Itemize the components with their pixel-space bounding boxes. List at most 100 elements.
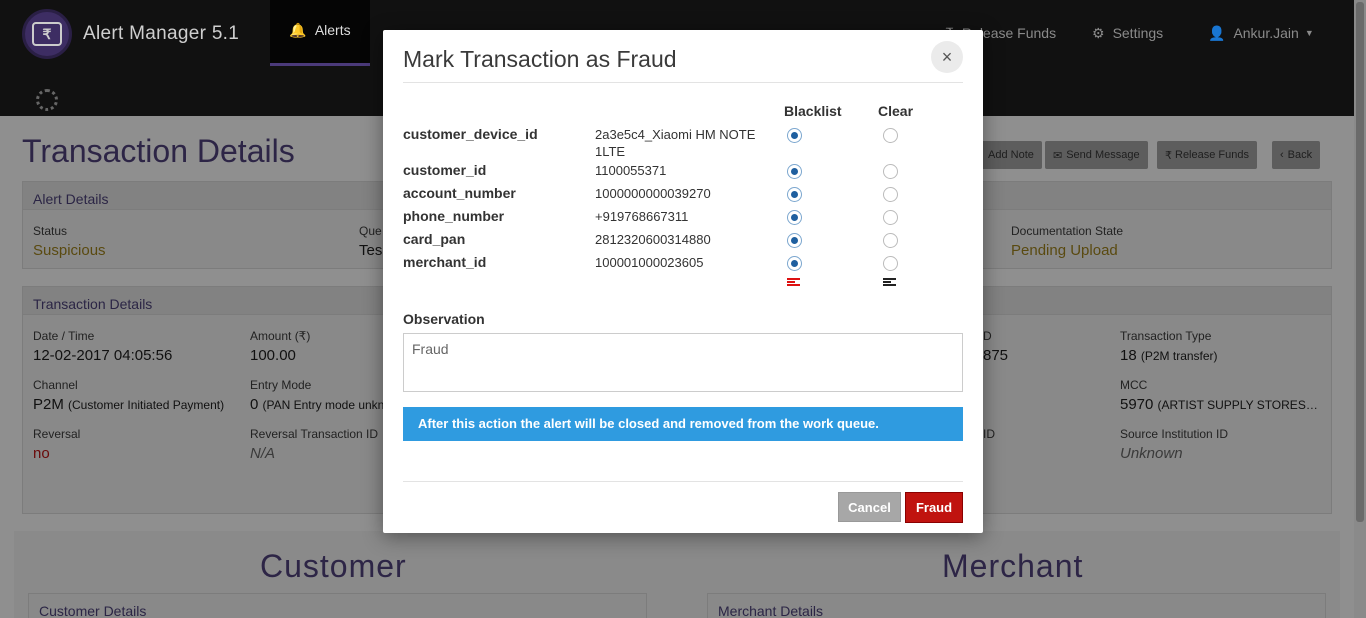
clear-radio[interactable] xyxy=(883,187,898,202)
clear-radio[interactable] xyxy=(883,210,898,225)
entry-mode-label: Entry Mode xyxy=(250,378,312,392)
scrollbar-thumb[interactable] xyxy=(1356,2,1364,522)
modal-title: Mark Transaction as Fraud xyxy=(403,46,677,72)
mcc-code[interactable]: 5970 xyxy=(1120,396,1153,413)
cancel-button[interactable]: Cancel xyxy=(838,492,901,522)
modal-footer-divider xyxy=(403,481,963,482)
merchant-details-panel: Merchant Details xyxy=(707,593,1326,618)
caret-down-icon: ▼ xyxy=(1304,28,1314,38)
customer-details-panel: Customer Details xyxy=(28,593,647,618)
reversal-transaction-value: N/A xyxy=(250,445,276,462)
nav-settings-label: Settings xyxy=(1112,25,1164,41)
clear-radio[interactable] xyxy=(883,164,898,179)
entry-mode-field: Entry Mode 0 (PAN Entry mode unkn xyxy=(250,378,384,413)
transaction-type-desc: (P2M transfer) xyxy=(1140,349,1218,363)
identifier-key: merchant_id xyxy=(403,254,487,270)
partial-field: D 875 xyxy=(983,329,1008,364)
identifier-key: card_pan xyxy=(403,231,466,247)
source-institution-label: Source Institution ID xyxy=(1120,427,1229,441)
add-note-button[interactable]: Add Note xyxy=(980,141,1042,169)
nav-alerts[interactable]: 🔔 Alerts xyxy=(270,0,370,66)
select-all-blacklist-icon[interactable] xyxy=(787,278,800,289)
reversal-transaction-label: Reversal Transaction ID xyxy=(250,427,379,441)
partial-id-label: ID xyxy=(983,427,995,441)
page-title: Transaction Details xyxy=(22,133,295,169)
identifier-value: 1100055371 xyxy=(595,163,667,178)
clear-radio[interactable] xyxy=(883,128,898,143)
status-field: Status Suspicious xyxy=(33,224,106,259)
clear-column-header: Clear xyxy=(878,103,914,119)
observation-textarea[interactable]: Fraud xyxy=(403,333,963,392)
date-field: Date / Time 12-02-2017 04:05:56 xyxy=(33,329,172,364)
status-label: Status xyxy=(33,224,68,238)
channel-code[interactable]: P2M xyxy=(33,396,64,413)
channel-desc: (Customer Initiated Payment) xyxy=(68,398,225,412)
back-button[interactable]: ‹ Back xyxy=(1272,141,1321,169)
amount-value: 100.00 xyxy=(250,347,296,364)
blacklist-radio[interactable] xyxy=(787,164,802,179)
transaction-type-code[interactable]: 18 xyxy=(1120,347,1137,364)
transaction-type-field: Transaction Type 18 (P2M transfer) xyxy=(1120,329,1218,364)
release-funds-button[interactable]: ₹ Release Funds xyxy=(1157,141,1257,169)
status-value: Suspicious xyxy=(33,242,106,259)
nav-user-menu[interactable]: 👤 Ankur.Jain ▼ xyxy=(1208,0,1314,66)
chevron-left-icon: ‹ xyxy=(1280,149,1284,161)
entry-mode-code[interactable]: 0 xyxy=(250,396,258,413)
loading-spinner-icon xyxy=(36,89,58,111)
identifier-key: phone_number xyxy=(403,208,505,224)
reversal-label: Reversal xyxy=(33,427,81,441)
observation-label: Observation xyxy=(403,311,485,327)
mcc-desc: (ARTIST SUPPLY STORES… xyxy=(1157,398,1318,412)
close-icon[interactable]: × xyxy=(931,41,963,73)
bell-icon: 🔔 xyxy=(289,22,307,38)
merchant-heading: Merchant xyxy=(942,548,1084,584)
documentation-state-value: Pending Upload xyxy=(1011,242,1118,259)
channel-label: Channel xyxy=(33,378,78,392)
channel-field: Channel P2M (Customer Initiated Payment) xyxy=(33,378,224,413)
blacklist-radio[interactable] xyxy=(787,233,802,248)
source-institution-field: Source Institution ID Unknown xyxy=(1120,427,1228,462)
blacklist-column-header: Blacklist xyxy=(784,103,842,119)
clear-radio[interactable] xyxy=(883,233,898,248)
queue-label: Que xyxy=(359,224,382,238)
envelope-icon: ✉ xyxy=(1053,149,1063,162)
documentation-state-field: Documentation State Pending Upload xyxy=(1011,224,1123,259)
nav-settings[interactable]: ⚙ Settings xyxy=(1092,0,1163,66)
fraud-confirm-button[interactable]: Fraud xyxy=(905,492,963,523)
amount-field: Amount (₹) 100.00 xyxy=(250,329,310,364)
release-funds-label: Release Funds xyxy=(1175,149,1249,161)
add-note-label: Add Note xyxy=(988,149,1034,161)
brand[interactable]: ₹ Alert Manager 5.1 xyxy=(22,9,239,59)
identifier-key: customer_id xyxy=(403,162,487,178)
partial-value: 875 xyxy=(983,347,1009,364)
source-institution-value: Unknown xyxy=(1120,445,1183,462)
app-title: Alert Manager 5.1 xyxy=(83,23,240,44)
page-scrollbar[interactable] xyxy=(1354,0,1366,618)
date-value: 12-02-2017 04:05:56 xyxy=(33,347,173,364)
identifier-value: 2812320600314880 xyxy=(595,232,711,247)
send-message-button[interactable]: ✉ Send Message xyxy=(1045,141,1148,169)
blacklist-radio[interactable] xyxy=(787,256,802,271)
date-label: Date / Time xyxy=(33,329,95,343)
identifier-key: account_number xyxy=(403,185,516,201)
queue-value[interactable]: Tes xyxy=(359,242,382,259)
info-alert: After this action the alert will be clos… xyxy=(403,407,963,441)
identifier-key: customer_device_id xyxy=(403,126,538,142)
identifier-value: 1000000000039270 xyxy=(595,186,711,201)
identifier-value: +919768667311 xyxy=(595,209,689,224)
gear-icon: ⚙ xyxy=(1092,24,1105,41)
blacklist-radio[interactable] xyxy=(787,187,802,202)
blacklist-radio[interactable] xyxy=(787,210,802,225)
reversal-transaction-field: Reversal Transaction ID N/A xyxy=(250,427,378,462)
mcc-label: MCC xyxy=(1120,378,1148,392)
partial-label: D xyxy=(983,329,992,343)
select-all-clear-icon[interactable] xyxy=(883,278,896,289)
modal-header-divider xyxy=(403,82,963,83)
clear-radio[interactable] xyxy=(883,256,898,271)
partial-id-field: ID xyxy=(983,427,995,441)
identifier-value: 100001000023605 xyxy=(595,255,704,270)
blacklist-radio[interactable] xyxy=(787,128,802,143)
nav-user-label: Ankur.Jain xyxy=(1233,25,1299,41)
documentation-state-label: Documentation State xyxy=(1011,224,1124,238)
amount-label: Amount (₹) xyxy=(250,329,311,343)
